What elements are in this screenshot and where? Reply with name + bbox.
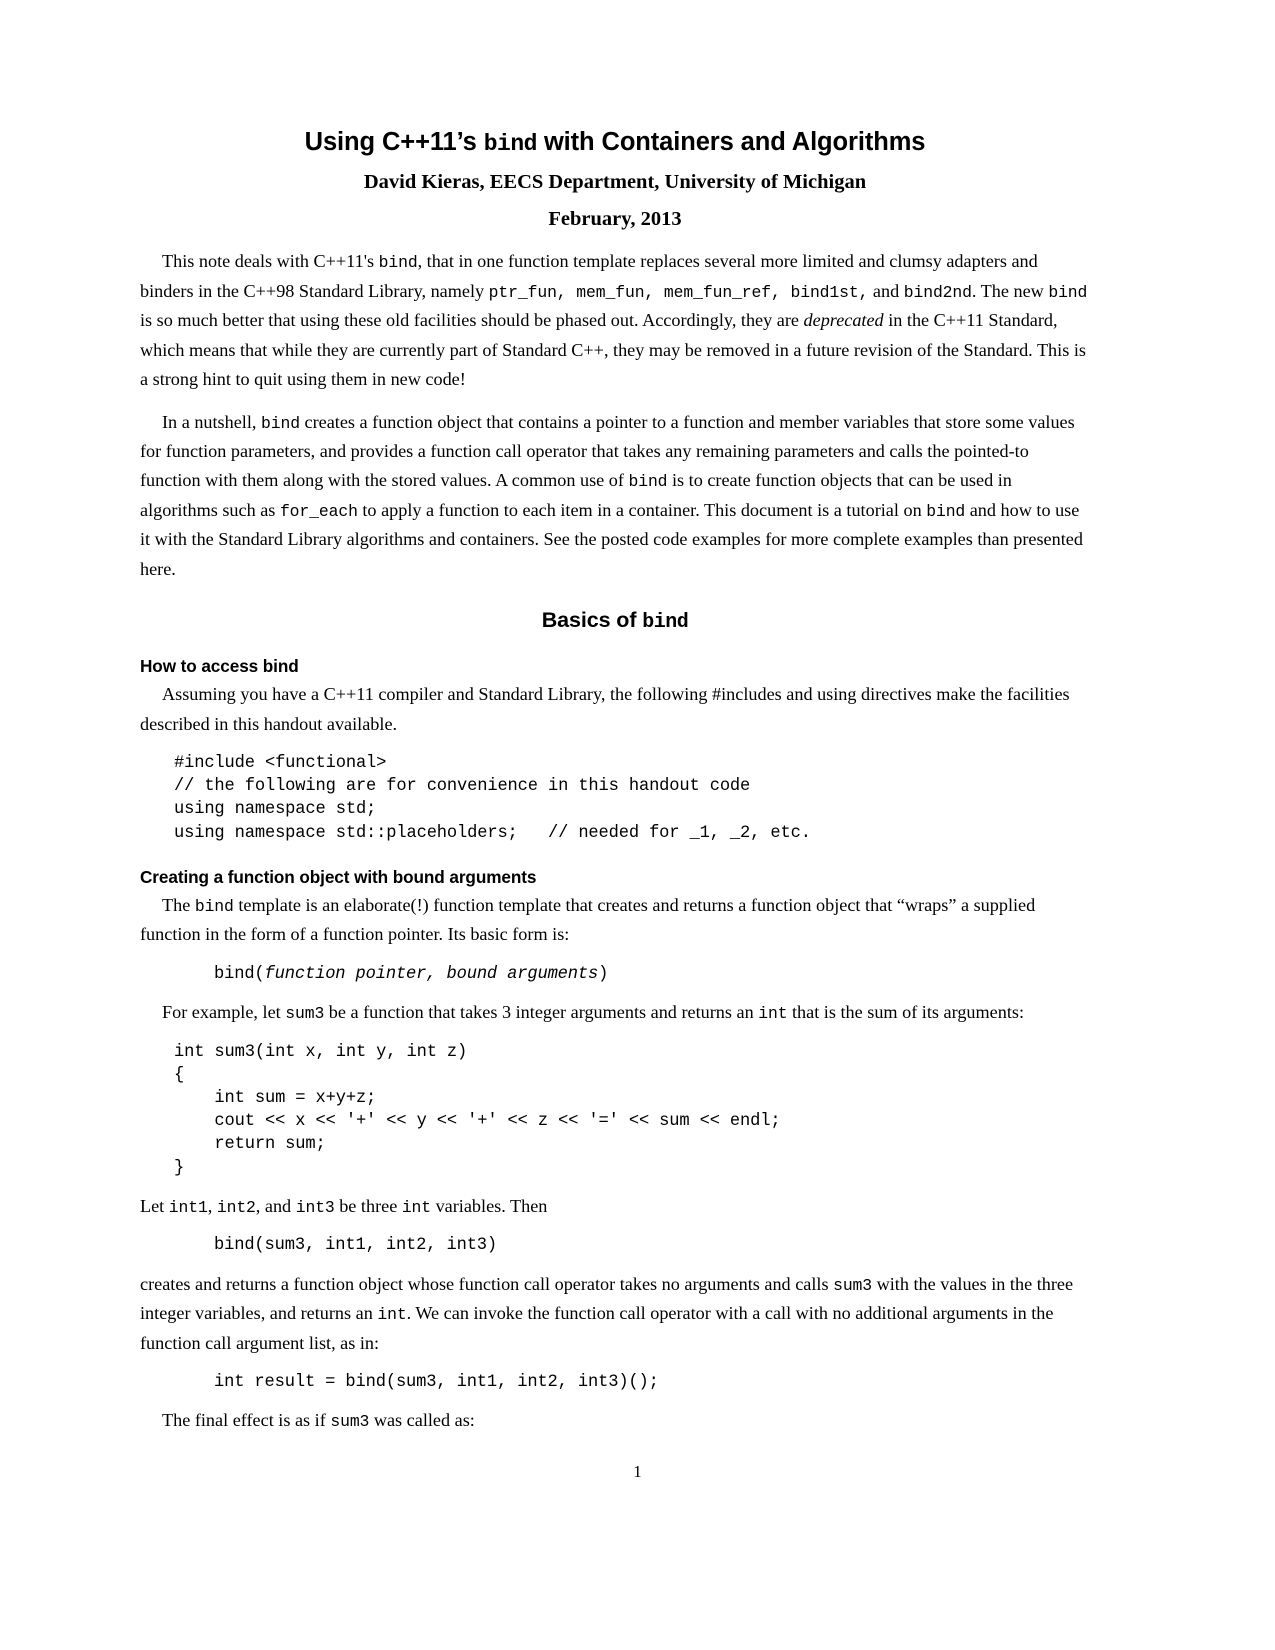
code-run: bind (261, 413, 300, 433)
text-run: be a function that takes 3 integer argum… (324, 1002, 759, 1023)
text-run: template is an elaborate(!) function tem… (140, 894, 1036, 945)
text-run: is so much better that using these old f… (140, 310, 804, 331)
code-run: bind (378, 253, 418, 273)
text-run: to apply a function to each item in a co… (357, 499, 927, 520)
subsection-heading-creating-function-object: Creating a function object with bound ar… (140, 866, 537, 887)
emphasis-run: deprecated (803, 310, 884, 331)
text-run: that is the sum of its arguments: (787, 1002, 1025, 1023)
code-block-includes: #include <functional> // the following a… (174, 753, 811, 843)
document-page: Using C++11’s bind with Containers and A… (0, 0, 1275, 1650)
code-block-bind-form: bind(function pointer, bound arguments) (214, 963, 1090, 986)
code-run: bind (926, 501, 966, 521)
bind-form-suffix: ) (598, 964, 609, 984)
text-run: was called as: (369, 1410, 475, 1431)
text-run: variables. Then (431, 1195, 548, 1216)
text-run: Let (140, 1195, 169, 1216)
page-content: Using C++11’s bind with Containers and A… (140, 128, 1090, 1449)
code-run: sum3 (833, 1275, 873, 1295)
text-run: The (162, 894, 195, 915)
date-line: February, 2013 (548, 208, 682, 231)
final-effect-paragraph: The final effect is as if sum3 was calle… (140, 1406, 1090, 1435)
let-paragraph: Let int1, int2, and int3 be three int va… (140, 1192, 1090, 1221)
bind-form-params: function pointer, bound arguments (264, 964, 599, 984)
text-run: This note deals with C++11's (162, 251, 379, 272)
example-paragraph: For example, let sum3 be a function that… (140, 998, 1090, 1027)
code-run: for_each (279, 501, 358, 521)
section-heading-prefix: Basics of (541, 608, 643, 633)
text-run: In a nutshell, (162, 411, 262, 432)
code-run: bind (1048, 282, 1088, 302)
section-heading-basics: Basics of bind (140, 608, 1090, 634)
code-run: bind (628, 472, 668, 492)
code-run: sum3 (285, 1004, 325, 1024)
author-line: David Kieras, EECS Department, Universit… (363, 171, 867, 194)
page-title-suffix: with Containers and Algorithms (536, 128, 926, 156)
text-run: creates and returns a function object wh… (140, 1273, 834, 1294)
code-run: bind2nd (903, 282, 972, 302)
code-run: ptr_fun, mem_fun, mem_fun_ref, bind1st, (488, 282, 869, 302)
code-run: sum3 (330, 1412, 370, 1432)
text-run: . The new (971, 280, 1049, 301)
code-run: int1 (168, 1197, 208, 1217)
bind-form-prefix: bind( (214, 964, 265, 984)
text-run: be three (334, 1195, 402, 1216)
text-run: , and (255, 1195, 296, 1216)
page-title-code: bind (483, 131, 538, 157)
text-run: The final effect is as if (162, 1410, 331, 1431)
code-run: int (377, 1305, 407, 1325)
code-run: int3 (295, 1197, 335, 1217)
code-run: int (758, 1004, 788, 1024)
creates-paragraph: creates and returns a function object wh… (140, 1270, 1090, 1358)
intro-paragraph-1: This note deals with C++11's bind, that … (140, 247, 1090, 394)
code-block-sum3: int sum3(int x, int y, int z) { int sum … (174, 1042, 781, 1178)
creating-intro-paragraph: The bind template is an elaborate(!) fun… (140, 891, 1090, 950)
text-run: , (207, 1195, 217, 1216)
text-run: and (868, 280, 904, 301)
code-run: int (401, 1197, 432, 1217)
section-heading-code: bind (642, 611, 689, 635)
page-title: Using C++11’s bind with Containers and A… (140, 128, 1090, 157)
code-run: bind (194, 896, 234, 916)
text-run: For example, let (162, 1002, 286, 1023)
subsection-heading-how-to-access-bind: How to access bind (140, 656, 299, 677)
access-paragraph: Assuming you have a C++11 compiler and S… (140, 684, 1070, 734)
intro-paragraph-2: In a nutshell, bind creates a function o… (140, 408, 1090, 585)
code-block-result-call: int result = bind(sum3, int1, int2, int3… (214, 1373, 659, 1392)
page-title-prefix: Using C++11’s (304, 128, 484, 156)
page-number: 1 (633, 1462, 642, 1481)
code-block-bind-call: bind(sum3, int1, int2, int3) (214, 1236, 498, 1256)
code-run: int2 (216, 1197, 256, 1217)
